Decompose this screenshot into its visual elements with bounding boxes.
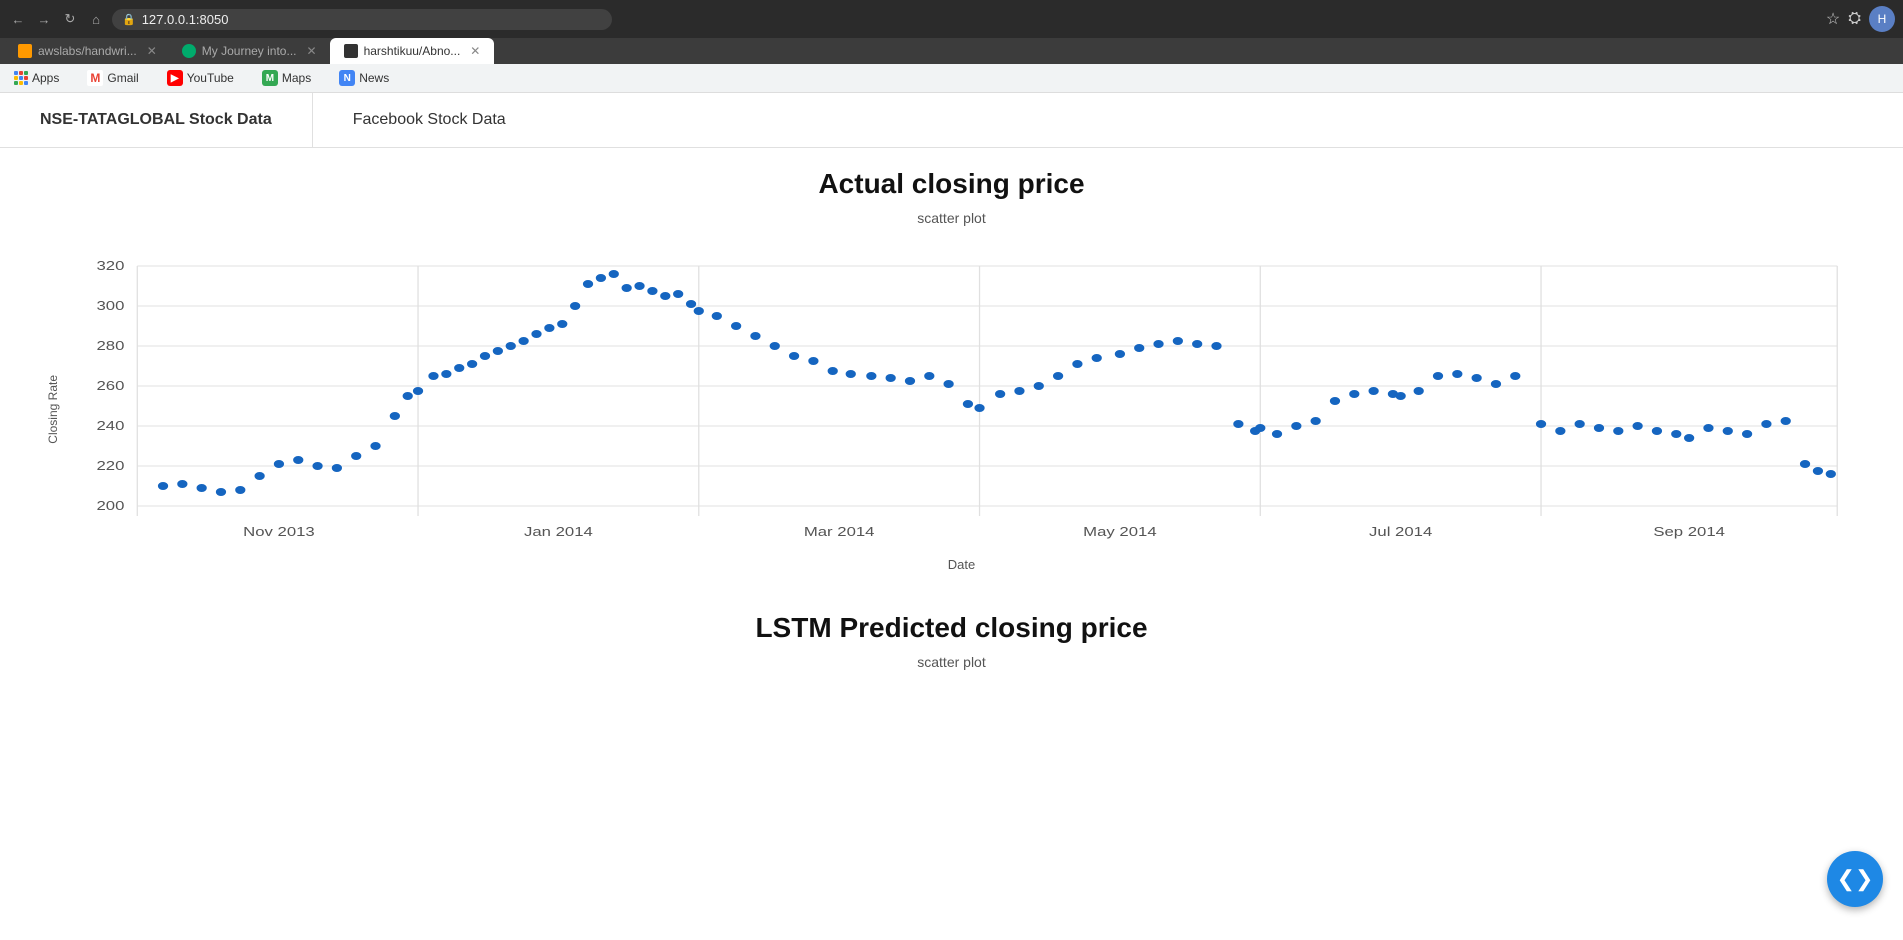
page-nav: NSE-TATAGLOBAL Stock Data Facebook Stock…: [0, 93, 1903, 148]
svg-text:Mar 2014: Mar 2014: [804, 525, 875, 540]
bookmark-gmail[interactable]: M Gmail: [81, 68, 144, 88]
tab-myjourney[interactable]: My Journey into... ✕: [170, 38, 329, 64]
svg-text:Sep 2014: Sep 2014: [1653, 525, 1725, 540]
actual-x-label: Date: [60, 557, 1863, 572]
bookmark-gmail-label: Gmail: [107, 71, 138, 85]
url-text: 127.0.0.1:8050: [142, 12, 229, 27]
svg-text:200: 200: [96, 499, 124, 514]
forward-button[interactable]: →: [34, 9, 54, 29]
svg-text:320: 320: [96, 259, 124, 274]
browser-chrome: ← → ↻ ⌂ 🔒 127.0.0.1:8050 ☆ ⛭ H awslabs/h…: [0, 0, 1903, 93]
actual-chart-inner: 320 300 280 260 240 220 200 Nov 2013 Jan…: [60, 246, 1863, 572]
main-container: Actual closing price scatter plot Closin…: [0, 148, 1903, 710]
actual-price-subtitle: scatter plot: [40, 210, 1863, 226]
account-button[interactable]: ⛭: [1848, 10, 1861, 28]
bookmark-news-label: News: [359, 71, 389, 85]
tab-close-awslabs[interactable]: ✕: [147, 44, 157, 58]
gmail-favicon: M: [87, 70, 103, 86]
actual-chart-svg: 320 300 280 260 240 220 200 Nov 2013 Jan…: [60, 246, 1863, 546]
tab-close-myjourney[interactable]: ✕: [307, 44, 317, 58]
actual-y-label: Closing Rate: [40, 375, 60, 444]
bookmark-star-button[interactable]: ☆: [1826, 9, 1840, 29]
actual-chart-outer: Closing Rate: [40, 246, 1863, 572]
page-content: NSE-TATAGLOBAL Stock Data Facebook Stock…: [0, 93, 1903, 940]
tab-harshtikuu[interactable]: harshtikuu/Abno... ✕: [330, 38, 495, 64]
svg-text:300: 300: [96, 299, 124, 314]
home-button[interactable]: ⌂: [86, 9, 106, 29]
tab-close-harshtikuu[interactable]: ✕: [470, 44, 480, 58]
lock-icon: 🔒: [122, 13, 136, 26]
svg-text:260: 260: [96, 379, 124, 394]
bookmarks-bar: Apps M Gmail ▶ YouTube M Maps N News: [0, 64, 1903, 93]
lstm-title: LSTM Predicted closing price: [40, 612, 1863, 644]
svg-text:May 2014: May 2014: [1083, 525, 1156, 540]
actual-price-section: Actual closing price scatter plot Closin…: [40, 168, 1863, 572]
svg-text:240: 240: [96, 419, 124, 434]
svg-text:Jul 2014: Jul 2014: [1369, 525, 1432, 540]
browser-right-controls: ☆ ⛭ H: [1826, 6, 1895, 32]
bookmark-youtube[interactable]: ▶ YouTube: [161, 68, 240, 88]
bookmark-apps[interactable]: Apps: [8, 69, 65, 87]
profile-avatar[interactable]: H: [1869, 6, 1895, 32]
svg-text:Jan 2014: Jan 2014: [524, 525, 593, 540]
tab-favicon-myjourney: [182, 44, 196, 58]
reload-button[interactable]: ↻: [60, 9, 80, 29]
news-favicon: N: [339, 70, 355, 86]
tab-label-harshtikuu: harshtikuu/Abno...: [364, 44, 461, 58]
address-bar[interactable]: 🔒 127.0.0.1:8050: [112, 9, 612, 30]
page-nav-tata[interactable]: NSE-TATAGLOBAL Stock Data: [0, 93, 313, 147]
tabs-bar: awslabs/handwri... ✕ My Journey into... …: [0, 38, 1903, 64]
tab-favicon-awslabs: [18, 44, 32, 58]
actual-price-title: Actual closing price: [40, 168, 1863, 200]
lstm-subtitle: scatter plot: [40, 654, 1863, 670]
apps-icon: [14, 71, 28, 85]
youtube-favicon: ▶: [167, 70, 183, 86]
maps-favicon: M: [262, 70, 278, 86]
lstm-section: LSTM Predicted closing price scatter plo…: [40, 612, 1863, 670]
tab-label-myjourney: My Journey into...: [202, 44, 297, 58]
back-button[interactable]: ←: [8, 9, 28, 29]
page-nav-facebook[interactable]: Facebook Stock Data: [313, 93, 546, 147]
tab-awslabs[interactable]: awslabs/handwri... ✕: [6, 38, 169, 64]
svg-text:220: 220: [96, 459, 124, 474]
tab-label-awslabs: awslabs/handwri...: [38, 44, 137, 58]
svg-text:Nov 2013: Nov 2013: [243, 525, 315, 540]
bookmark-youtube-label: YouTube: [187, 71, 234, 85]
nav-arrow-button[interactable]: ❮❯: [1827, 851, 1883, 907]
bookmark-apps-label: Apps: [32, 71, 59, 85]
tab-favicon-harshtikuu: [344, 44, 358, 58]
bookmark-maps-label: Maps: [282, 71, 311, 85]
svg-text:280: 280: [96, 339, 124, 354]
bookmark-maps[interactable]: M Maps: [256, 68, 317, 88]
bookmark-news[interactable]: N News: [333, 68, 395, 88]
browser-nav-bar: ← → ↻ ⌂ 🔒 127.0.0.1:8050 ☆ ⛭ H: [0, 0, 1903, 38]
